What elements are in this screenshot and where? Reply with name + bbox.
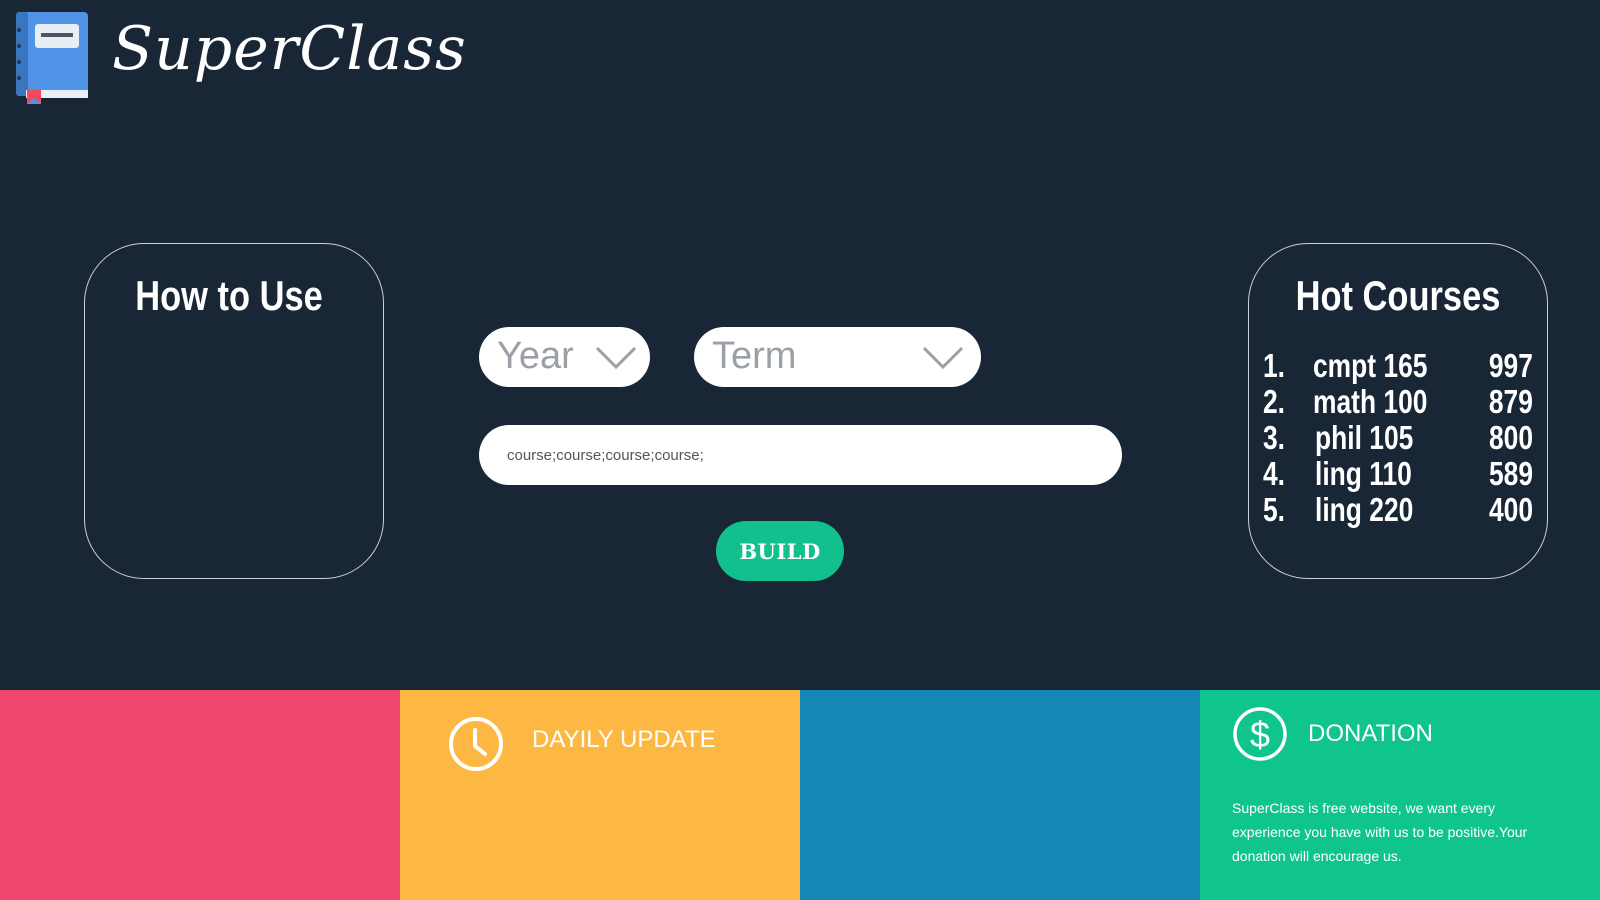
site-title[interactable]: SuperClass — [112, 14, 467, 84]
dollar-icon: $ — [1233, 707, 1287, 761]
hot-course-name: cmpt 165 — [1313, 347, 1428, 384]
donation-heading: DONATION — [1308, 720, 1433, 747]
hot-course-rank: 1. — [1263, 347, 1286, 384]
hot-course-count: 589 — [1488, 455, 1533, 492]
book-icon — [14, 10, 92, 104]
hot-course-row[interactable]: 1. cmpt 165 997 — [1263, 348, 1533, 384]
hot-courses-list: 1. cmpt 165 997 2. math 100 879 3. phil … — [1263, 348, 1533, 528]
footer-tile-red — [0, 690, 400, 900]
year-select[interactable]: Year — [479, 327, 650, 387]
hot-courses-panel: Hot Courses 1. cmpt 165 997 2. math 100 … — [1248, 243, 1548, 579]
svg-text:$: $ — [1250, 714, 1270, 755]
daily-update-tile[interactable]: DAYILY UPDATE — [400, 690, 800, 900]
donation-text: SuperClass is free website, we want ever… — [1232, 800, 1528, 864]
clock-icon — [449, 717, 503, 771]
how-to-use-title: How to Use — [135, 272, 323, 319]
hot-course-count: 997 — [1488, 347, 1533, 384]
hot-course-name: phil 105 — [1315, 419, 1414, 456]
build-button[interactable]: BUILD — [716, 521, 844, 581]
hot-course-row[interactable]: 3. phil 105 800 — [1263, 420, 1533, 456]
hot-course-rank: 2. — [1263, 383, 1286, 420]
term-select-placeholder: Term — [712, 335, 797, 377]
hot-courses-title: Hot Courses — [1295, 272, 1501, 319]
chevron-down-icon — [922, 346, 964, 370]
course-list-input[interactable] — [479, 425, 1122, 485]
hot-course-row[interactable]: 5. ling 220 400 — [1263, 492, 1533, 528]
hot-course-row[interactable]: 4. ling 110 589 — [1263, 456, 1533, 492]
hot-course-count: 800 — [1488, 419, 1533, 456]
footer-tile-blue — [800, 690, 1200, 900]
hot-course-name: math 100 — [1313, 383, 1428, 420]
daily-update-heading: DAYILY UPDATE — [532, 726, 716, 753]
hot-course-count: 400 — [1488, 491, 1533, 528]
hot-course-name: ling 110 — [1315, 455, 1412, 492]
hot-course-rank: 4. — [1263, 455, 1286, 492]
chevron-down-icon — [595, 346, 637, 370]
how-to-use-panel: How to Use — [84, 243, 384, 579]
hot-course-name: ling 220 — [1315, 491, 1414, 528]
term-select[interactable]: Term — [694, 327, 981, 387]
hot-course-count: 879 — [1488, 383, 1533, 420]
hot-course-rank: 3. — [1263, 419, 1286, 456]
hot-course-row[interactable]: 2. math 100 879 — [1263, 384, 1533, 420]
hot-course-rank: 5. — [1263, 491, 1286, 528]
year-select-placeholder: Year — [497, 335, 574, 377]
footer: DAYILY UPDATE $ DONATION SuperClass is f… — [0, 690, 1600, 900]
donation-tile[interactable]: $ DONATION SuperClass is free website, w… — [1200, 690, 1600, 900]
